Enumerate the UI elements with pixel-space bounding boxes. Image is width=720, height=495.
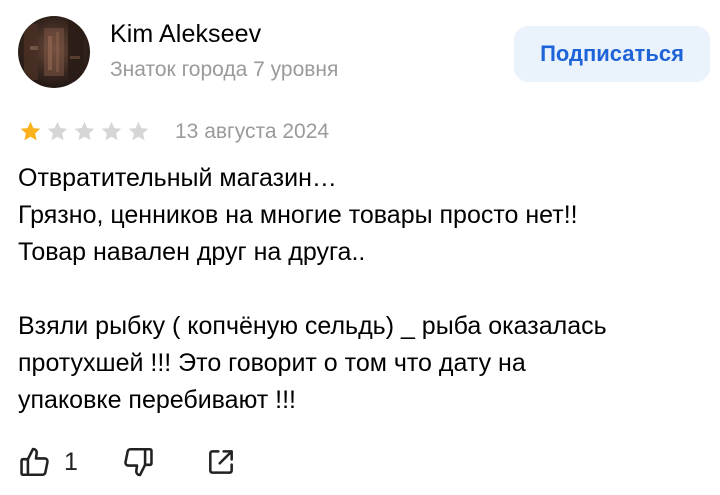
share-icon bbox=[208, 450, 233, 474]
author-info: Kim Alekseev Знаток города 7 уровня bbox=[110, 20, 338, 82]
dislike-button[interactable] bbox=[121, 445, 155, 479]
subscribe-button[interactable]: Подписаться bbox=[514, 26, 710, 82]
star-empty-icon bbox=[74, 121, 95, 141]
review-text-line: Взяли рыбку ( копчёную сельдь) _ рыба ок… bbox=[18, 312, 607, 340]
review-date: 13 августа 2024 bbox=[175, 120, 330, 143]
star-empty-icon bbox=[47, 121, 68, 141]
star-rating bbox=[18, 120, 153, 144]
review-text-line: протухшей !!! Это говорит о том что дату… bbox=[18, 349, 526, 377]
like-button[interactable]: 1 bbox=[18, 445, 78, 479]
author-level: Знаток города 7 уровня bbox=[110, 58, 339, 81]
review-text-line: Грязно, ценников на многие товары просто… bbox=[18, 201, 578, 229]
share-button[interactable] bbox=[205, 446, 237, 478]
rating-row: 13 августа 2024 bbox=[18, 117, 329, 147]
author-name[interactable]: Kim Alekseev bbox=[110, 20, 338, 49]
review-text-line: Отвратительный магазин… bbox=[18, 164, 337, 192]
review-header: Kim Alekseev Знаток города 7 уровня Подп… bbox=[18, 16, 710, 90]
review-text: Отвратительный магазин… Грязно, ценников… bbox=[18, 160, 708, 419]
avatar[interactable] bbox=[18, 16, 90, 88]
avatar-image bbox=[18, 16, 90, 88]
thumbs-up-icon bbox=[20, 447, 49, 477]
thumbs-down-icon bbox=[124, 447, 153, 477]
review-text-line: упаковке перебивают !!! bbox=[18, 386, 297, 414]
review-actions: 1 bbox=[18, 442, 237, 482]
star-empty-icon bbox=[101, 121, 122, 141]
like-count: 1 bbox=[64, 447, 78, 476]
review-text-line: Товар навален друг на друга.. bbox=[18, 238, 366, 266]
star-empty-icon bbox=[128, 121, 149, 141]
star-filled-icon bbox=[20, 121, 41, 141]
